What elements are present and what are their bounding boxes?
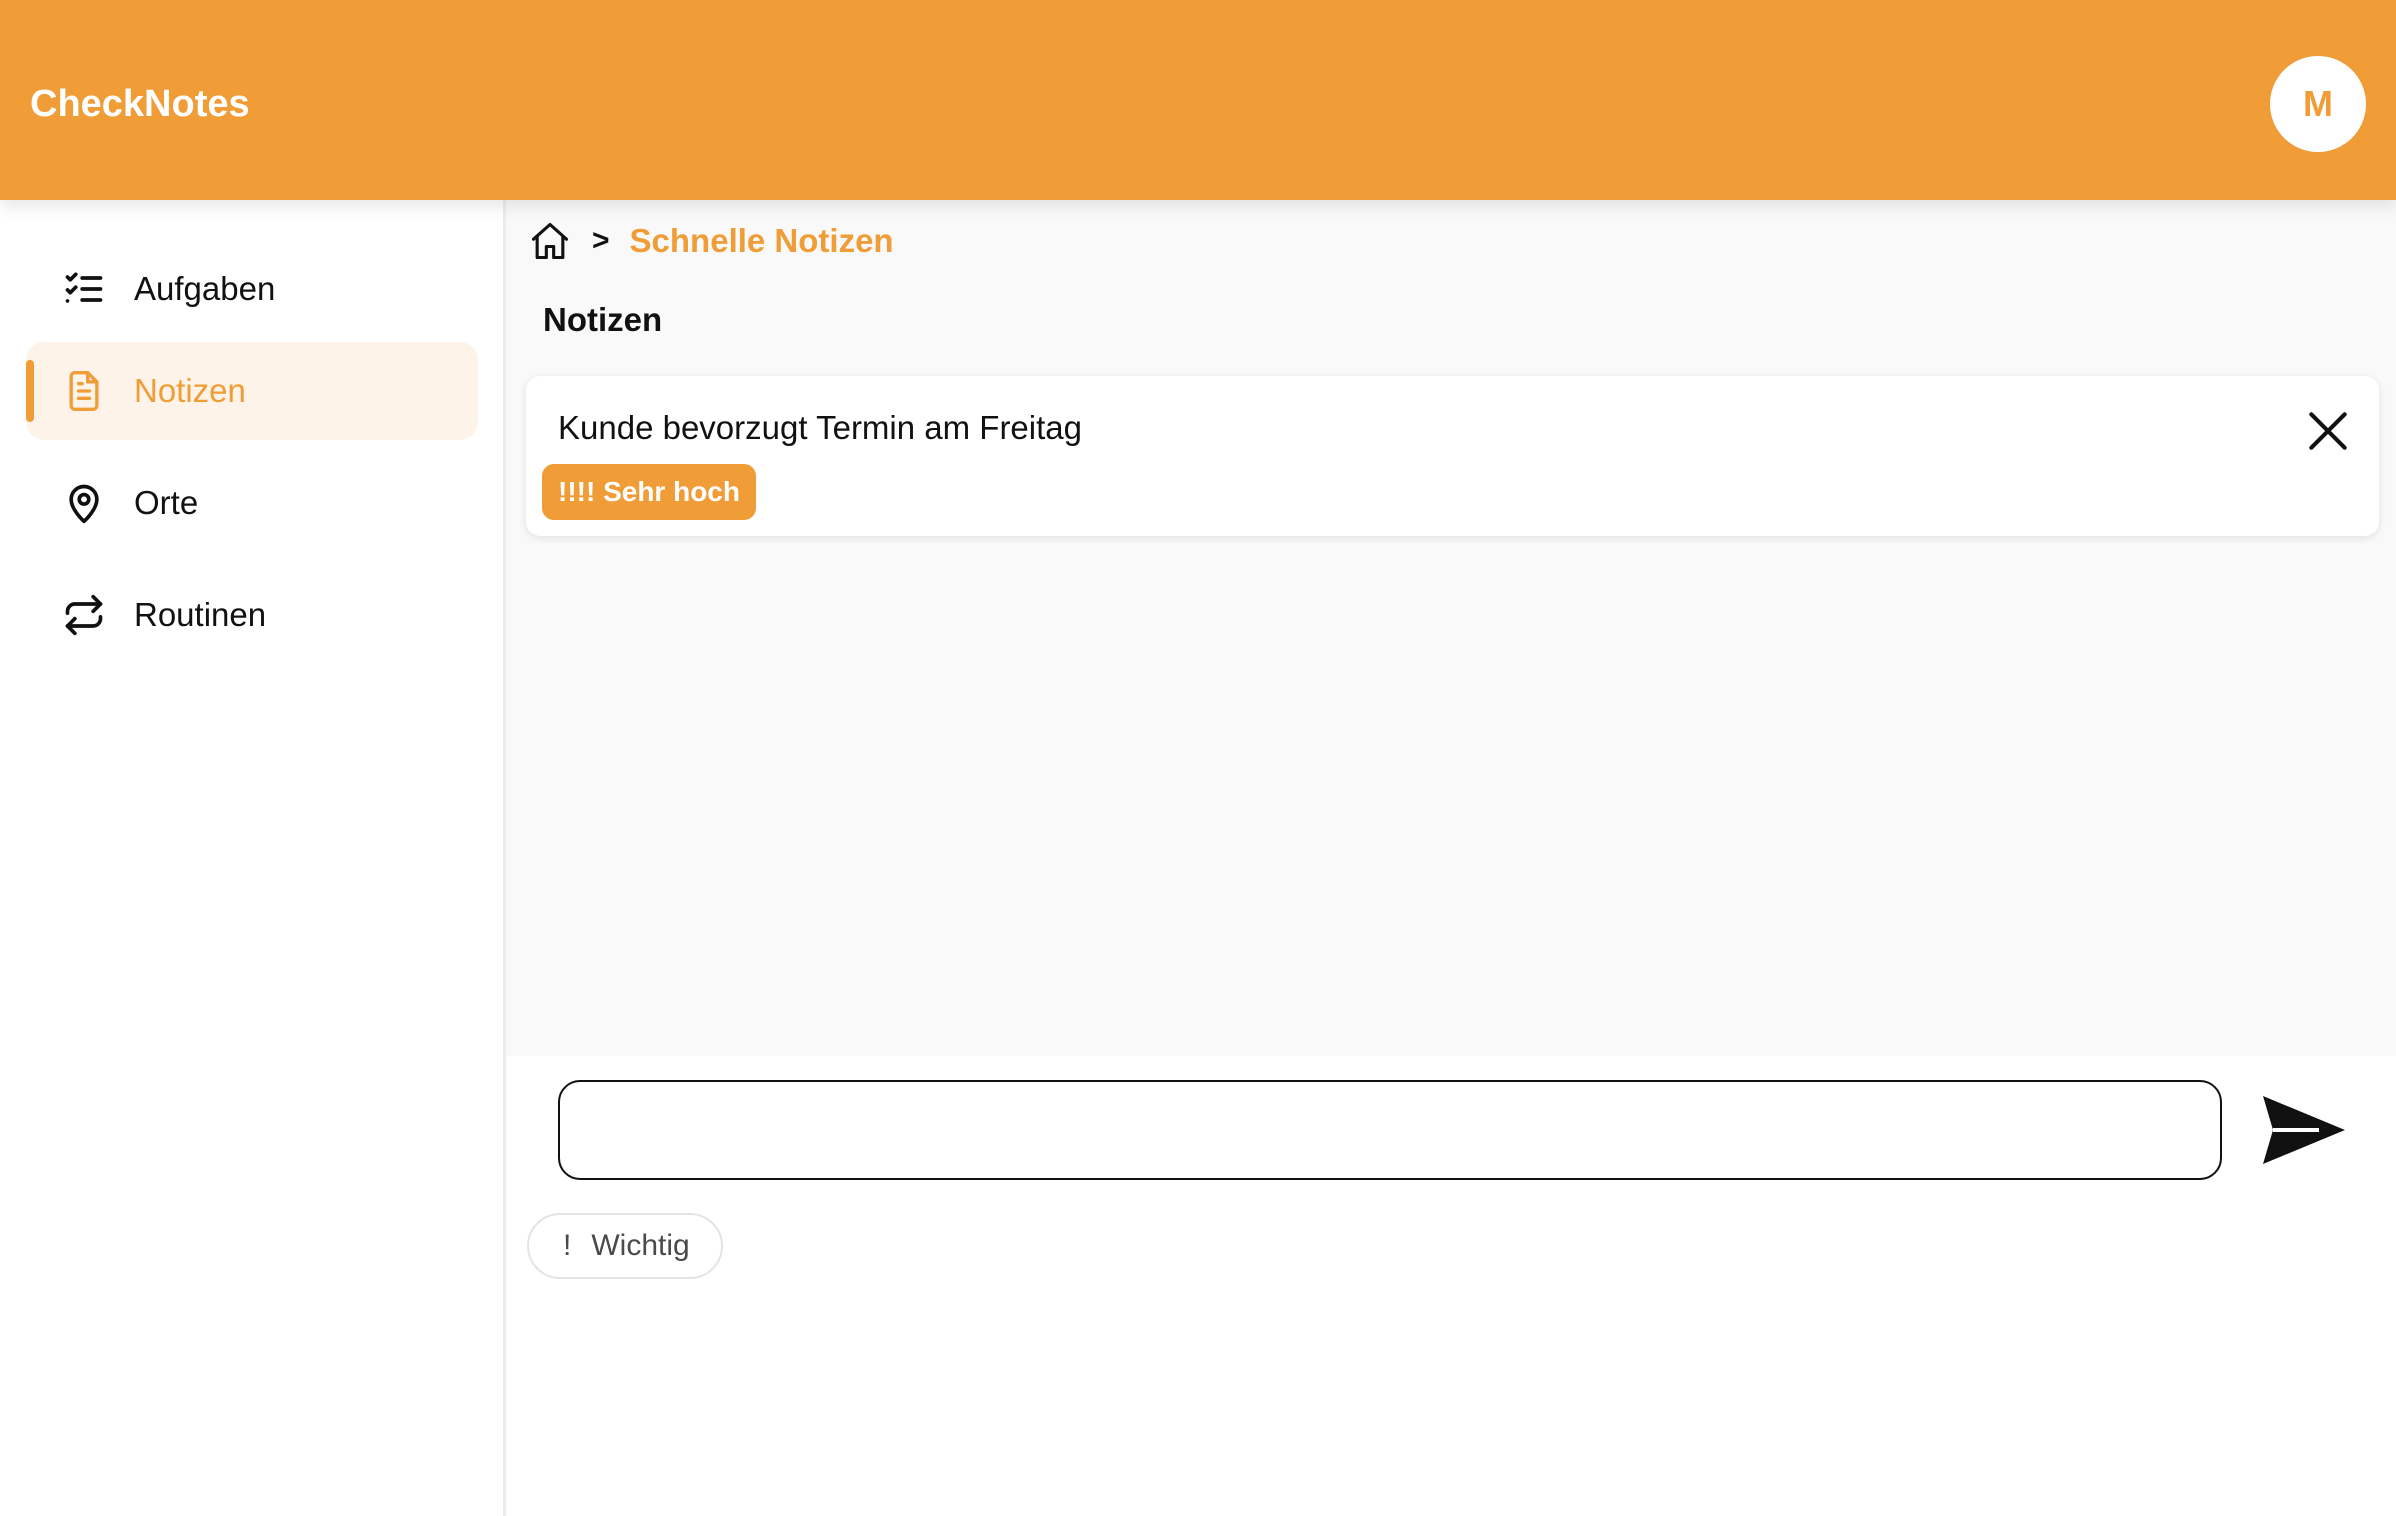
exclamation-icon: ! bbox=[563, 1229, 572, 1262]
app-header: CheckNotes M bbox=[0, 0, 2396, 200]
notes-area bbox=[506, 200, 2396, 1056]
sidebar-item-orte[interactable]: Orte bbox=[26, 454, 478, 552]
sidebar-item-routinen[interactable]: Routinen bbox=[26, 566, 478, 664]
breadcrumb: > Schnelle Notizen bbox=[528, 216, 894, 266]
map-pin-icon bbox=[62, 481, 106, 525]
close-icon[interactable] bbox=[2300, 403, 2356, 459]
note-text: Kunde bevorzugt Termin am Freitag bbox=[558, 409, 1082, 446]
sidebar: Aufgaben Notizen Orte Routinen bbox=[0, 200, 506, 1516]
breadcrumb-separator: > bbox=[592, 224, 610, 257]
sidebar-item-label: Aufgaben bbox=[134, 270, 276, 307]
sidebar-item-label: Routinen bbox=[134, 596, 267, 633]
document-icon bbox=[62, 369, 106, 413]
breadcrumb-current[interactable]: Schnelle Notizen bbox=[630, 222, 894, 260]
sidebar-item-notizen[interactable]: Notizen bbox=[26, 342, 478, 440]
app-title: CheckNotes bbox=[30, 83, 250, 125]
repeat-icon bbox=[62, 593, 106, 637]
user-avatar[interactable]: M bbox=[2270, 56, 2366, 152]
section-title: Notizen bbox=[543, 301, 663, 338]
chip-label: Wichtig bbox=[591, 1229, 690, 1262]
sidebar-item-label: Orte bbox=[134, 484, 199, 521]
priority-chip-wichtig[interactable]: ! Wichtig bbox=[527, 1213, 723, 1279]
checklist-icon bbox=[62, 267, 106, 311]
home-icon[interactable] bbox=[528, 219, 572, 263]
priority-badge: !!!! Sehr hoch bbox=[542, 464, 756, 520]
note-card[interactable]: Kunde bevorzugt Termin am Freitag !!!! S… bbox=[526, 376, 2379, 536]
sidebar-item-aufgaben[interactable]: Aufgaben bbox=[26, 240, 478, 338]
note-input[interactable] bbox=[558, 1080, 2222, 1180]
sidebar-item-label: Notizen bbox=[134, 372, 246, 409]
send-icon[interactable] bbox=[2254, 1090, 2354, 1170]
